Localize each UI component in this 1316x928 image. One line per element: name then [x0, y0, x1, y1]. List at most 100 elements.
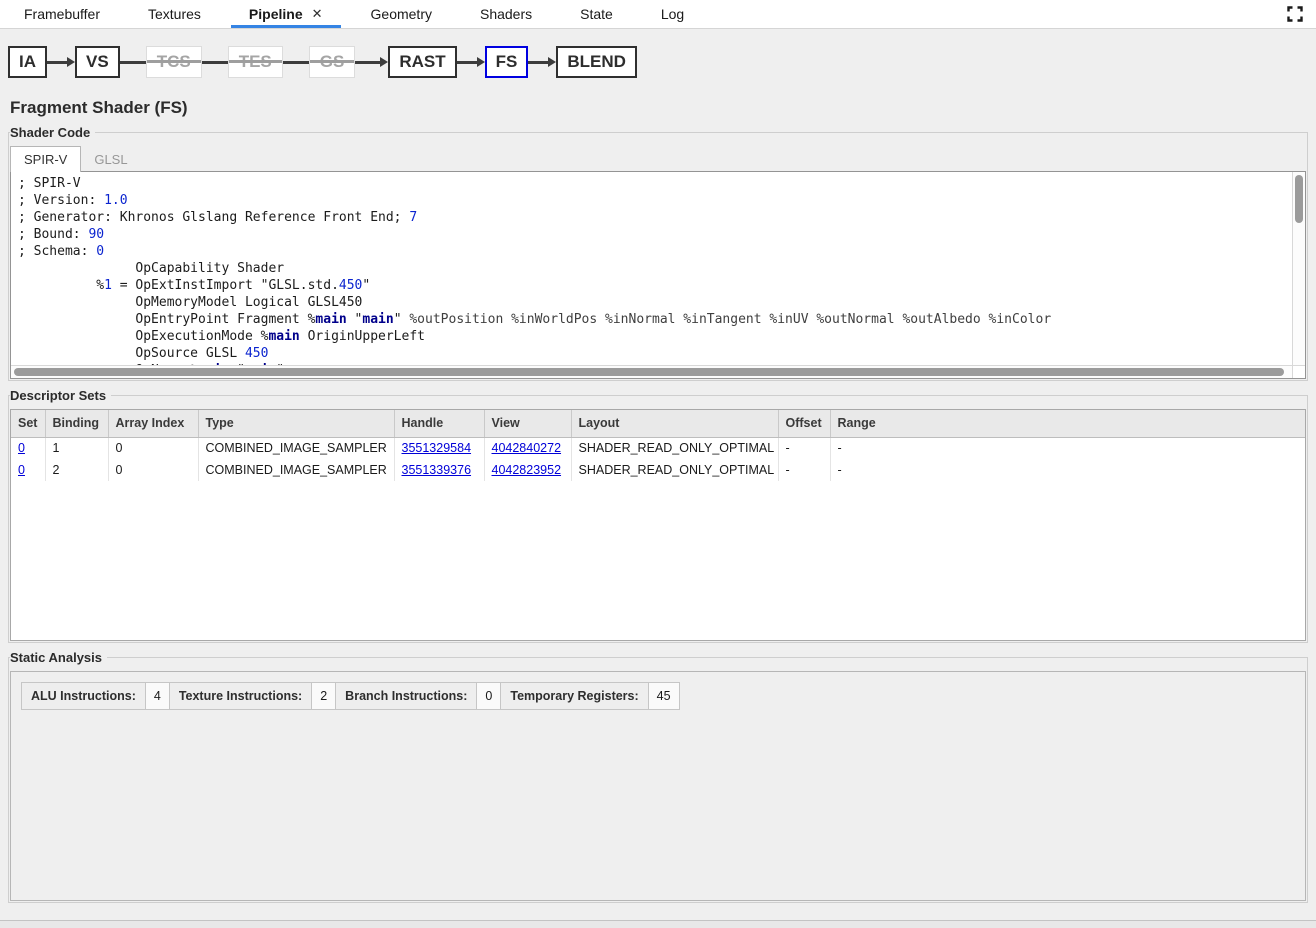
- close-tab-icon[interactable]: ✕: [312, 6, 323, 22]
- tab-geometry[interactable]: Geometry: [347, 0, 456, 28]
- column-header-offset: Offset: [778, 410, 830, 437]
- descriptor-sets-legend: Descriptor Sets: [10, 388, 111, 403]
- tab-label: Pipeline: [249, 6, 303, 22]
- code-line: ; Schema: 0: [18, 243, 1292, 260]
- descriptor-set-link[interactable]: 0: [18, 463, 25, 477]
- view-link[interactable]: 4042840272: [492, 441, 562, 455]
- stage-fs[interactable]: FS: [485, 46, 529, 78]
- pipeline-connector: [202, 61, 228, 64]
- stage-tcs[interactable]: TCS: [146, 46, 202, 78]
- stat-label: Branch Instructions:: [336, 683, 477, 710]
- shader-code-legend: Shader Code: [10, 125, 95, 140]
- stat-label: ALU Instructions:: [22, 683, 146, 710]
- tab-state[interactable]: State: [556, 0, 637, 28]
- tab-log[interactable]: Log: [637, 0, 708, 28]
- cell-view: 4042840272: [484, 437, 571, 459]
- fullscreen-icon[interactable]: [1286, 5, 1304, 23]
- cell-array_index: 0: [108, 437, 198, 459]
- horizontal-scrollbar-thumb[interactable]: [14, 368, 1284, 376]
- column-header-handle: Handle: [394, 410, 484, 437]
- connector-line: [202, 61, 228, 64]
- static-analysis-section: Static Analysis ALU Instructions:4Textur…: [8, 650, 1308, 903]
- stat-value: 2: [312, 683, 336, 710]
- column-header-type: Type: [198, 410, 394, 437]
- tab-framebuffer[interactable]: Framebuffer: [0, 0, 124, 28]
- stage-rast[interactable]: RAST: [388, 46, 456, 78]
- descriptor-table-head-row: SetBindingArray IndexTypeHandleViewLayou…: [11, 410, 1305, 437]
- pipeline-connector: [457, 57, 485, 67]
- view-link[interactable]: 4042823952: [492, 463, 562, 477]
- stage-vs[interactable]: VS: [75, 46, 120, 78]
- connector-line: [528, 61, 549, 64]
- code-line: OpCapability Shader: [18, 260, 1292, 277]
- stat-label: Texture Instructions:: [169, 683, 311, 710]
- vertical-scrollbar-thumb[interactable]: [1295, 175, 1303, 223]
- connector-arrowhead-icon: [380, 57, 388, 67]
- descriptor-sets-section: Descriptor Sets SetBindingArray IndexTyp…: [8, 388, 1308, 643]
- horizontal-scrollbar[interactable]: [11, 365, 1292, 378]
- stage-ia[interactable]: IA: [8, 46, 47, 78]
- table-row[interactable]: 020COMBINED_IMAGE_SAMPLER355133937640428…: [11, 459, 1305, 481]
- descriptor-sets-table: SetBindingArray IndexTypeHandleViewLayou…: [11, 410, 1305, 481]
- static-analysis-legend: Static Analysis: [10, 650, 107, 665]
- descriptor-table-body: 010COMBINED_IMAGE_SAMPLER355132958440428…: [11, 437, 1305, 481]
- stat-value: 4: [145, 683, 169, 710]
- tab-label: Framebuffer: [24, 6, 100, 22]
- descriptor-set-link[interactable]: 0: [18, 441, 25, 455]
- handle-link[interactable]: 3551339376: [402, 463, 472, 477]
- shader-code-editor: ; SPIR-V; Version: 1.0; Generator: Khron…: [10, 171, 1306, 379]
- pipeline-connector: [47, 57, 75, 67]
- vertical-scrollbar[interactable]: [1292, 172, 1305, 365]
- static-analysis-box: ALU Instructions:4Texture Instructions:2…: [10, 671, 1306, 901]
- tab-textures[interactable]: Textures: [124, 0, 225, 28]
- code-line: OpEntryPoint Fragment %main "main" %outP…: [18, 311, 1292, 328]
- stage-tes[interactable]: TES: [228, 46, 283, 78]
- column-header-range: Range: [830, 410, 1305, 437]
- pipeline-connector: [528, 57, 556, 67]
- table-row[interactable]: 010COMBINED_IMAGE_SAMPLER355132958440428…: [11, 437, 1305, 459]
- cell-handle: 3551329584: [394, 437, 484, 459]
- column-header-view: View: [484, 410, 571, 437]
- column-header-set: Set: [11, 410, 45, 437]
- cell-handle: 3551339376: [394, 459, 484, 481]
- code-line: ; Generator: Khronos Glslang Reference F…: [18, 209, 1292, 226]
- window-tab-bar: Framebuffer Textures Pipeline ✕ Geometry Shad…: [0, 0, 1316, 29]
- tab-label: Textures: [148, 6, 201, 22]
- code-tab-spir-v[interactable]: SPIR-V: [10, 146, 81, 172]
- static-analysis-stats: ALU Instructions:4Texture Instructions:2…: [21, 682, 680, 710]
- code-content[interactable]: ; SPIR-V; Version: 1.0; Generator: Khron…: [11, 172, 1292, 365]
- code-tab-glsl[interactable]: GLSL: [81, 147, 140, 172]
- tab-label: State: [580, 6, 613, 22]
- shader-code-tabs: SPIR-VGLSL: [10, 146, 1306, 172]
- cell-range: -: [830, 459, 1305, 481]
- cell-layout: SHADER_READ_ONLY_OPTIMAL: [571, 437, 778, 459]
- stage-gs[interactable]: GS: [309, 46, 356, 78]
- cell-binding: 2: [45, 459, 108, 481]
- tab-label: Shaders: [480, 6, 532, 22]
- connector-line: [283, 61, 309, 64]
- tab-pipeline[interactable]: Pipeline ✕: [225, 0, 347, 28]
- column-header-array-index: Array Index: [108, 410, 198, 437]
- pipeline-connector: [355, 57, 388, 67]
- handle-link[interactable]: 3551329584: [402, 441, 472, 455]
- cell-set: 0: [11, 459, 45, 481]
- tab-shaders[interactable]: Shaders: [456, 0, 556, 28]
- stage-blend[interactable]: BLEND: [556, 46, 637, 78]
- code-line: OpMemoryModel Logical GLSL450: [18, 294, 1292, 311]
- pipeline-connector: [283, 61, 309, 64]
- cell-binding: 1: [45, 437, 108, 459]
- window-bottom-edge: [0, 920, 1316, 928]
- code-line: OpExecutionMode %main OriginUpperLeft: [18, 328, 1292, 345]
- cell-range: -: [830, 437, 1305, 459]
- cell-type: COMBINED_IMAGE_SAMPLER: [198, 459, 394, 481]
- cell-type: COMBINED_IMAGE_SAMPLER: [198, 437, 394, 459]
- page-title: Fragment Shader (FS): [10, 98, 1316, 118]
- cell-offset: -: [778, 437, 830, 459]
- column-header-binding: Binding: [45, 410, 108, 437]
- tab-label: Geometry: [371, 6, 432, 22]
- stat-label: Temporary Registers:: [501, 683, 648, 710]
- connector-arrowhead-icon: [67, 57, 75, 67]
- static-analysis-stats-row: ALU Instructions:4Texture Instructions:2…: [22, 683, 680, 710]
- stat-value: 45: [648, 683, 679, 710]
- connector-line: [355, 61, 381, 64]
